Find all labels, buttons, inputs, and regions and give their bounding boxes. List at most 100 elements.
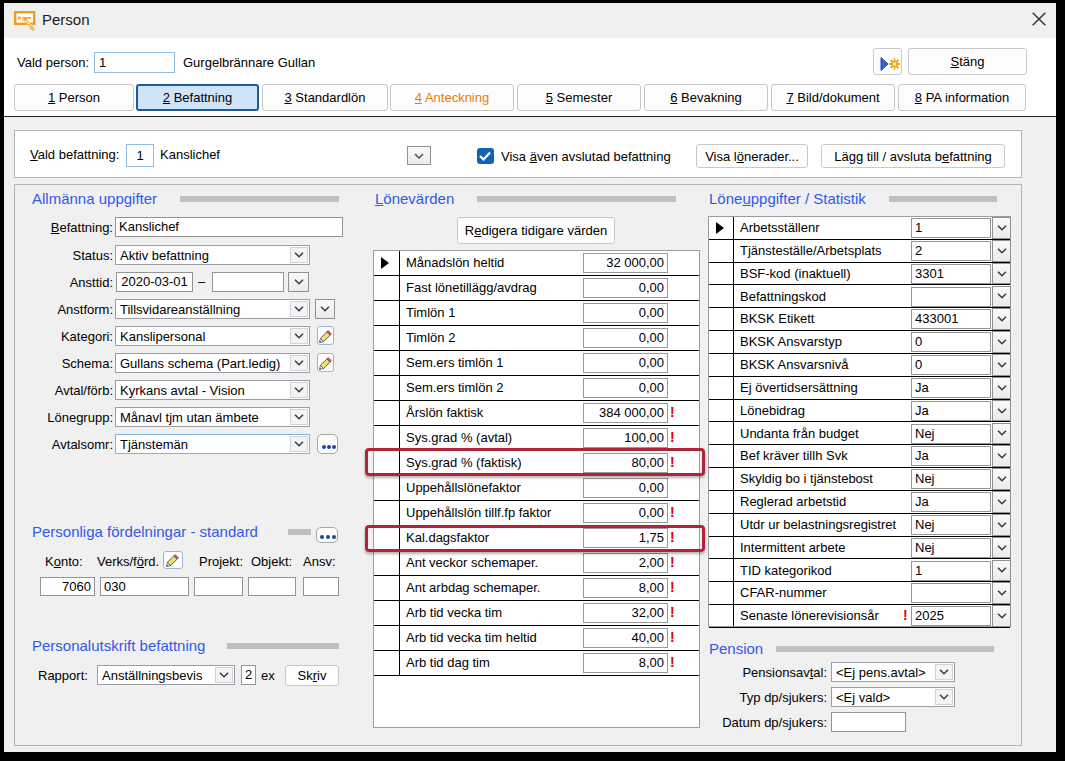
combo-box[interactable]: <Ej vald> — [831, 687, 955, 707]
stats-row-dropdown[interactable] — [992, 377, 1011, 399]
tab-5[interactable]: 5 Semester — [517, 84, 641, 111]
stats-row-dropdown[interactable] — [992, 445, 1011, 467]
salary-row-value[interactable]: 8,00 — [583, 653, 668, 673]
stats-row-dropdown[interactable] — [992, 423, 1011, 445]
vald-person-input[interactable]: 1 — [94, 52, 175, 73]
lagg-till-button[interactable]: Lägg till / avsluta befattning — [821, 144, 1005, 168]
stats-row-value[interactable]: 0 — [911, 355, 991, 375]
stats-row-value[interactable]: 1 — [911, 218, 991, 238]
stats-row-dropdown[interactable] — [992, 400, 1011, 422]
stats-row-value[interactable]: Ja — [911, 378, 991, 398]
salary-row-value[interactable]: 8,00 — [583, 578, 668, 598]
stats-row-dropdown[interactable] — [992, 468, 1011, 490]
combo-box[interactable]: Anställningsbevis — [97, 665, 235, 685]
stats-row-value[interactable]: 433001 — [911, 309, 991, 329]
befattning-dropdown[interactable] — [407, 146, 431, 165]
stats-row-value[interactable]: Ja — [911, 492, 991, 512]
salary-row-value[interactable]: 0,00 — [583, 478, 668, 498]
combo-dropdown-button[interactable] — [215, 667, 233, 683]
stats-row-value[interactable]: 3301 — [911, 264, 991, 284]
tab-2[interactable]: 2 Befattning — [136, 84, 259, 111]
combo-dropdown-button[interactable] — [290, 436, 308, 452]
tab-3[interactable]: 3 Standardlön — [262, 84, 388, 111]
salary-row-value[interactable]: 0,00 — [583, 353, 668, 373]
stang-button[interactable]: Stäng — [908, 48, 1027, 75]
stats-row-value[interactable] — [911, 583, 991, 603]
date-from-field[interactable]: 2020-03-01 — [116, 272, 193, 292]
stats-row-value[interactable]: Nej — [911, 538, 991, 558]
befattning-field[interactable]: Kanslichef — [115, 217, 343, 237]
salary-row-value[interactable]: 2,00 — [583, 553, 668, 573]
tab-7[interactable]: 7 Bild/dokument — [771, 84, 895, 111]
stats-row-value[interactable]: 2 — [911, 241, 991, 261]
stats-row-value[interactable]: Nej — [911, 424, 991, 444]
combo-box[interactable]: Kyrkans avtal - Vision — [115, 380, 310, 400]
salary-row-value[interactable]: 0,00 — [583, 278, 668, 298]
salary-row-value[interactable]: 40,00 — [583, 628, 668, 648]
combo-box[interactable]: Gullans schema (Part.ledig) — [115, 353, 310, 373]
stats-row-dropdown[interactable] — [992, 560, 1011, 582]
stats-row-value[interactable]: 2025 — [911, 606, 991, 626]
vald-befattning-input[interactable]: 1 — [126, 144, 154, 167]
stats-row-dropdown[interactable] — [992, 354, 1011, 376]
combo-dropdown-button[interactable] — [290, 409, 308, 425]
distribution-ellipsis-button[interactable] — [316, 527, 338, 543]
salary-row-value[interactable]: 0,00 — [583, 503, 668, 523]
salary-row-value[interactable]: 384 000,00 — [583, 403, 668, 423]
copies-input[interactable]: 2 — [241, 665, 256, 685]
combo-dropdown-button[interactable] — [290, 355, 308, 371]
stats-row-dropdown[interactable] — [992, 491, 1011, 513]
pencil-button[interactable] — [317, 326, 334, 345]
date-to-field[interactable] — [212, 272, 284, 292]
combo-box[interactable]: <Ej pens.avtal> — [831, 662, 955, 682]
stats-row-dropdown[interactable] — [992, 240, 1011, 262]
stats-row-value[interactable]: Nej — [911, 469, 991, 489]
pencil-button[interactable] — [163, 551, 183, 569]
distribution-input[interactable] — [248, 577, 296, 596]
tab-4[interactable]: 4 Anteckning — [390, 84, 514, 111]
stats-row-dropdown[interactable] — [992, 582, 1011, 604]
stats-row-value[interactable]: Ja — [911, 401, 991, 421]
distribution-input[interactable]: 030 — [100, 577, 189, 596]
visa-avslutad-label[interactable]: Visa även avslutad befattning — [501, 149, 671, 164]
salary-row-value[interactable]: 32,00 — [583, 603, 668, 623]
stats-row-dropdown[interactable] — [992, 605, 1011, 627]
combo-box[interactable]: Tjänstemän — [115, 434, 310, 454]
skriv-button[interactable]: Skriv — [285, 665, 339, 686]
run-button[interactable] — [873, 48, 902, 75]
distribution-input[interactable] — [303, 577, 339, 596]
distribution-input[interactable] — [194, 577, 243, 596]
extra-dropdown-button[interactable] — [315, 299, 335, 319]
stats-row-dropdown[interactable] — [992, 286, 1011, 308]
combo-dropdown-button[interactable] — [290, 328, 308, 344]
salary-row-value[interactable]: 0,00 — [583, 303, 668, 323]
combo-box[interactable]: Aktiv befattning — [115, 245, 310, 265]
date-dropdown-button[interactable] — [288, 272, 309, 292]
close-icon[interactable] — [1032, 12, 1046, 26]
redigera-button[interactable]: Redigera tidigare värden — [457, 217, 615, 244]
combo-box[interactable]: Månavl tjm utan ämbete — [115, 407, 310, 427]
salary-row-value[interactable]: 0,00 — [583, 328, 668, 348]
stats-row-dropdown[interactable] — [992, 217, 1011, 239]
stats-row-value[interactable]: 1 — [911, 561, 991, 581]
ellipsis-button[interactable] — [317, 434, 338, 454]
pencil-button[interactable] — [317, 353, 334, 372]
stats-row-value[interactable] — [911, 287, 991, 307]
stats-row-value[interactable]: Ja — [911, 446, 991, 466]
stats-row-dropdown[interactable] — [992, 514, 1011, 536]
pension-date-input[interactable] — [831, 712, 906, 732]
salary-row-value[interactable]: 32 000,00 — [583, 253, 668, 273]
combo-dropdown-button[interactable] — [290, 301, 308, 317]
combo-dropdown-button[interactable] — [290, 382, 308, 398]
combo-dropdown-button[interactable] — [935, 664, 953, 680]
combo-box[interactable]: Kanslipersonal — [115, 326, 310, 346]
combo-dropdown-button[interactable] — [935, 689, 953, 705]
tab-1[interactable]: 1 Person — [14, 84, 134, 111]
stats-row-dropdown[interactable] — [992, 263, 1011, 285]
tab-6[interactable]: 6 Bevakning — [644, 84, 768, 111]
tab-8[interactable]: 8 PA information — [898, 84, 1026, 111]
distribution-input[interactable]: 7060 — [40, 577, 95, 596]
stats-row-dropdown[interactable] — [992, 308, 1011, 330]
stats-row-dropdown[interactable] — [992, 331, 1011, 353]
salary-row-value[interactable]: 100,00 — [583, 428, 668, 448]
